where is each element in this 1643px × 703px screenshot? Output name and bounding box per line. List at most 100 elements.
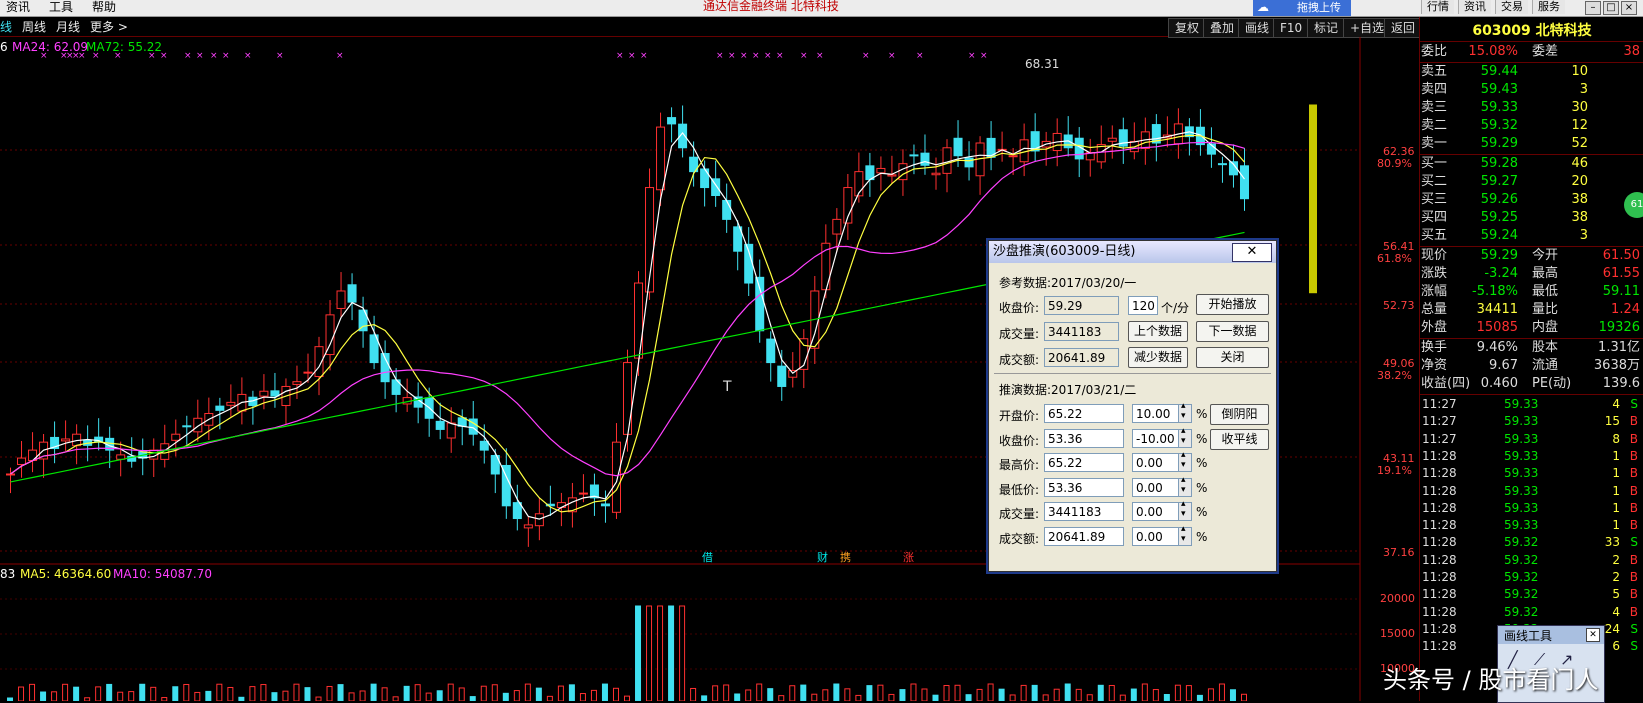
back-button[interactable]: 返回 xyxy=(1384,18,1423,38)
start-play-button[interactable]: 开始播放 xyxy=(1196,294,1269,315)
tab-service[interactable]: 服务 xyxy=(1532,0,1565,14)
f10-button[interactable]: F10 xyxy=(1273,18,1310,38)
mark-button[interactable]: 标记 xyxy=(1307,18,1346,38)
tab-more[interactable]: 更多 > xyxy=(90,18,128,35)
buy-row[interactable]: 买一 59.28 46 xyxy=(1420,155,1643,173)
tab-market[interactable]: 行情 xyxy=(1421,0,1454,14)
tick-time: 11:27 xyxy=(1422,397,1457,411)
restore-icon[interactable]: □ xyxy=(1603,1,1619,15)
flat-line-button[interactable]: 收平线 xyxy=(1210,429,1269,450)
sim-pct-input[interactable]: 10.00 xyxy=(1132,404,1179,423)
sim-pct-input[interactable]: -10.00 xyxy=(1132,428,1179,448)
spin-icon[interactable] xyxy=(1178,499,1192,521)
menu-tools[interactable]: 工具 xyxy=(49,0,73,15)
candle-body xyxy=(435,420,445,430)
close-button[interactable]: 关闭 xyxy=(1196,347,1269,368)
upload-button[interactable]: ☁ 拖拽上传 xyxy=(1253,0,1351,16)
sim-pct-input[interactable]: 0.00 xyxy=(1132,477,1179,497)
spin-icon[interactable] xyxy=(1178,524,1192,546)
level-price: 59.27 xyxy=(1480,174,1518,189)
dialog-close-icon[interactable]: ✕ xyxy=(1232,243,1272,262)
draw-tool-titlebar[interactable]: 画线工具 ✕ xyxy=(1498,626,1604,644)
tab-trade[interactable]: 交易 xyxy=(1495,0,1528,14)
stat-label: 现价 xyxy=(1421,248,1448,263)
sim-value-input[interactable]: 53.36 xyxy=(1044,477,1124,497)
level-volume: 3 xyxy=(1579,228,1588,243)
event-tag[interactable]: 携 xyxy=(840,549,851,565)
buy-row[interactable]: 买四 59.25 38 xyxy=(1420,209,1643,227)
close-price-label: 收盘价: xyxy=(999,301,1040,315)
ref-vol-field[interactable]: 3441183 xyxy=(1044,322,1119,341)
volume-bar xyxy=(491,684,498,701)
event-tag[interactable]: 涨 xyxy=(903,549,914,565)
volume-bar xyxy=(1152,689,1159,701)
high-marker: 68.31 xyxy=(1025,57,1060,71)
sim-pct-input[interactable]: 0.00 xyxy=(1132,526,1179,546)
tab-news[interactable]: 资讯 xyxy=(1458,0,1491,14)
tick-volume: 33 xyxy=(1604,535,1620,550)
tick-side: B xyxy=(1629,518,1638,533)
volume-bar xyxy=(293,683,300,701)
tick-time: 11:28 xyxy=(1422,552,1457,567)
level-label: 卖五 xyxy=(1421,64,1448,79)
tab-daily[interactable]: 线 xyxy=(0,18,12,35)
volume-bar xyxy=(921,688,928,701)
overlay-button[interactable]: 叠加 xyxy=(1203,18,1242,38)
sell-row[interactable]: 卖三 59.33 30 xyxy=(1420,99,1643,117)
fin-label: 股本 xyxy=(1532,340,1559,355)
sim-pct-input[interactable]: 0.00 xyxy=(1132,453,1179,472)
next-data-button[interactable]: 下一数据 xyxy=(1196,321,1269,342)
tick-time: 11:28 xyxy=(1422,518,1457,533)
tab-monthly[interactable]: 月线 xyxy=(56,18,80,35)
draw-tool-close-icon[interactable]: ✕ xyxy=(1586,628,1600,642)
sell-row[interactable]: 卖一 59.29 52 xyxy=(1420,135,1643,153)
buy-row[interactable]: 买二 59.27 20 xyxy=(1420,173,1643,191)
level-volume: 38 xyxy=(1571,192,1588,207)
invert-button[interactable]: 倒阴阳 xyxy=(1210,404,1269,425)
sim-pct-input[interactable]: 0.00 xyxy=(1132,502,1179,521)
vol-ma5-label: MA5: 46364.60 xyxy=(20,567,112,581)
sim-value-input[interactable]: 3441183 xyxy=(1044,502,1124,521)
volume-bar xyxy=(447,683,454,701)
dialog-titlebar[interactable]: 沙盘推演(603009-日线) ✕ xyxy=(989,241,1276,263)
volume-bar xyxy=(601,683,608,701)
minimize-icon[interactable]: – xyxy=(1585,1,1601,15)
event-tag[interactable]: 财 xyxy=(817,549,828,565)
spin-icon[interactable] xyxy=(1178,426,1192,448)
tab-weekly[interactable]: 周线 xyxy=(22,18,46,35)
sell-row[interactable]: 卖四 59.43 3 xyxy=(1420,81,1643,99)
close-icon[interactable]: × xyxy=(1621,1,1637,15)
draw-button[interactable]: 画线 xyxy=(1238,18,1277,38)
spin-icon[interactable] xyxy=(1178,450,1192,472)
spin-icon[interactable] xyxy=(1178,401,1192,423)
event-tag[interactable]: 借 xyxy=(702,549,713,565)
volume-bar xyxy=(282,690,289,701)
speed-input[interactable]: 120 xyxy=(1128,296,1158,315)
candle-body xyxy=(700,168,710,189)
volume-bar xyxy=(458,687,465,701)
spin-icon[interactable] xyxy=(1178,475,1192,497)
floating-badge[interactable]: 61 xyxy=(1624,192,1643,218)
fuquan-button[interactable]: 复权 xyxy=(1168,18,1207,38)
sim-value-input[interactable]: 53.36 xyxy=(1044,428,1124,448)
tick-volume: 2 xyxy=(1612,570,1620,584)
ref-close-field[interactable]: 59.29 xyxy=(1044,296,1119,315)
event-marker: × xyxy=(764,51,772,61)
sell-row[interactable]: 卖五 59.44 10 xyxy=(1420,63,1643,81)
level-volume: 12 xyxy=(1571,118,1588,133)
sim-value-input[interactable]: 65.22 xyxy=(1044,453,1124,472)
candle-body xyxy=(325,314,335,356)
menu-info[interactable]: 资讯 xyxy=(6,0,30,15)
volume-bar xyxy=(161,697,168,701)
sell-row[interactable]: 卖二 59.32 12 xyxy=(1420,117,1643,135)
stat-value: 15085 xyxy=(1476,320,1518,335)
buy-row[interactable]: 买三 59.26 38 xyxy=(1420,191,1643,209)
prev-data-button[interactable]: 上个数据 xyxy=(1128,321,1188,342)
reduce-data-button[interactable]: 减少数据 xyxy=(1128,347,1188,368)
ref-amt-field[interactable]: 20641.89 xyxy=(1044,348,1119,367)
sim-value-input[interactable]: 20641.89 xyxy=(1044,526,1124,546)
menu-help[interactable]: 帮助 xyxy=(92,0,116,15)
candle-body xyxy=(722,199,732,220)
buy-row[interactable]: 买五 59.24 3 xyxy=(1420,227,1643,245)
sim-value-input[interactable]: 65.22 xyxy=(1044,404,1124,423)
